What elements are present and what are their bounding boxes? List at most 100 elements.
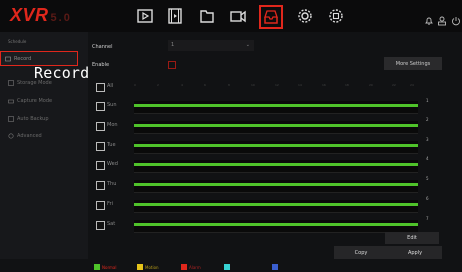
day-label: Fri — [107, 201, 113, 207]
schedule-bar — [134, 104, 418, 107]
schedule-track[interactable] — [134, 200, 418, 213]
all-checkbox[interactable] — [96, 83, 105, 92]
day-checkbox[interactable] — [96, 201, 105, 210]
legend-item-normal: Normal — [94, 264, 116, 270]
hour-label: 22 — [392, 83, 396, 87]
schedule-row-sun: Sun — [94, 97, 426, 116]
copy-button[interactable]: Copy — [334, 246, 388, 259]
channel-value: 1 — [171, 42, 175, 48]
day-checkbox[interactable] — [96, 181, 105, 190]
legend-item-motion: Motion — [137, 264, 159, 270]
sidebar-item-label: Record — [14, 55, 32, 62]
record-title-overlay: Record — [34, 64, 90, 82]
row-number: 2 — [426, 117, 429, 122]
video-clip-icon[interactable] — [166, 7, 184, 25]
edit-button[interactable]: Edit — [385, 232, 439, 244]
row-number: 7 — [426, 216, 429, 221]
sidebar-header: Schedule — [8, 39, 27, 44]
version-text: 5.0 — [50, 12, 72, 24]
day-label: Mon — [107, 122, 118, 128]
folder-icon[interactable] — [198, 7, 216, 25]
schedule-track[interactable] — [134, 121, 418, 134]
hour-label: 20 — [369, 83, 373, 87]
camera-icon[interactable] — [229, 7, 247, 25]
day-checkbox[interactable] — [96, 142, 105, 151]
legend-swatch — [137, 264, 143, 270]
day-label: Sun — [107, 102, 117, 108]
day-label: Sat — [107, 221, 116, 227]
main-panel: Channel 1 ⌄ Enable More Settings All 0 2… — [88, 32, 462, 270]
day-checkbox[interactable] — [96, 161, 105, 170]
enable-label: Enable — [92, 62, 110, 68]
hour-labels: 0 2 4 6 8 10 12 14 16 18 20 22 24 — [134, 83, 418, 91]
power-icon[interactable] — [451, 11, 461, 26]
legend-swatch — [94, 264, 100, 270]
capture-icon — [8, 99, 14, 104]
hour-label: 2 — [157, 83, 159, 87]
schedule-row-sat: Sat — [94, 216, 426, 235]
sidebar-item-auto-backup[interactable]: Auto Backup — [8, 116, 49, 122]
sidebar-item-label: Advanced — [17, 133, 42, 139]
row-number: 4 — [426, 156, 429, 161]
schedule-row-thu: Thu — [94, 176, 426, 195]
hour-label: 16 — [322, 83, 326, 87]
gear-icon — [8, 133, 14, 139]
hour-label: 14 — [298, 83, 302, 87]
hour-label: 12 — [275, 83, 279, 87]
schedule-row-wed: Wed — [94, 156, 426, 175]
schedule-grid: All 0 2 4 6 8 10 12 14 16 18 20 22 24 Su… — [94, 78, 426, 258]
alarm-bell-icon[interactable] — [424, 11, 434, 25]
all-label: All — [107, 83, 114, 89]
settings-gear-icon[interactable] — [296, 7, 314, 25]
top-bar: XVR 5.0 — [0, 0, 462, 32]
row-number: 5 — [426, 176, 429, 181]
schedule-track[interactable] — [134, 141, 418, 154]
sidebar-item-capture-mode[interactable]: Capture Mode — [8, 98, 52, 104]
row-number: 1 — [426, 98, 429, 103]
channel-label: Channel — [92, 44, 113, 50]
logo-text: XVR — [10, 5, 49, 25]
schedule-track[interactable] — [134, 160, 418, 173]
legend-item-alarm: Alarm — [181, 264, 201, 270]
schedule-row-mon: Mon — [94, 117, 426, 136]
user-icon[interactable] — [437, 11, 447, 26]
schedule-bar — [134, 163, 418, 166]
legend-label: Motion — [145, 264, 159, 270]
schedule-bar — [134, 144, 418, 147]
schedule-track[interactable] — [134, 220, 418, 233]
day-checkbox[interactable] — [96, 122, 105, 131]
row-number: 3 — [426, 137, 429, 142]
backup-icon — [8, 116, 14, 122]
schedule-bar — [134, 124, 418, 127]
hour-label: 18 — [345, 83, 349, 87]
schedule-track[interactable] — [134, 180, 418, 193]
record-storage-icon[interactable] — [259, 5, 283, 29]
legend-label: Normal — [102, 264, 117, 270]
sidebar-item-advanced[interactable]: Advanced — [8, 133, 42, 139]
app-logo: XVR 5.0 — [10, 5, 72, 26]
apply-button[interactable]: Apply — [388, 246, 442, 259]
legend-item-cyan — [224, 264, 230, 270]
day-label: Wed — [107, 161, 118, 167]
system-gear-icon[interactable] — [327, 7, 345, 25]
sidebar-item-label: Capture Mode — [17, 98, 53, 104]
chevron-down-icon: ⌄ — [245, 42, 250, 48]
schedule-track[interactable] — [134, 101, 418, 114]
legend-item-blue — [272, 264, 278, 270]
channel-select[interactable]: 1 ⌄ — [168, 40, 254, 51]
legend-label: Alarm — [189, 264, 201, 270]
schedule-row-tue: Tue — [94, 137, 426, 156]
row-number: 6 — [426, 196, 429, 201]
sidebar-item-label: Auto Backup — [17, 116, 49, 122]
schedule-row-fri: Fri — [94, 196, 426, 215]
enable-checkbox[interactable] — [168, 61, 176, 69]
hour-label: 0 — [134, 83, 136, 87]
schedule-bar — [134, 183, 418, 186]
day-checkbox[interactable] — [96, 221, 105, 230]
schedule-bar — [134, 223, 418, 226]
day-label: Thu — [107, 181, 117, 187]
hour-label: 4 — [181, 83, 183, 87]
playback-icon[interactable] — [136, 7, 154, 25]
more-settings-button[interactable]: More Settings — [384, 57, 442, 70]
day-checkbox[interactable] — [96, 102, 105, 111]
